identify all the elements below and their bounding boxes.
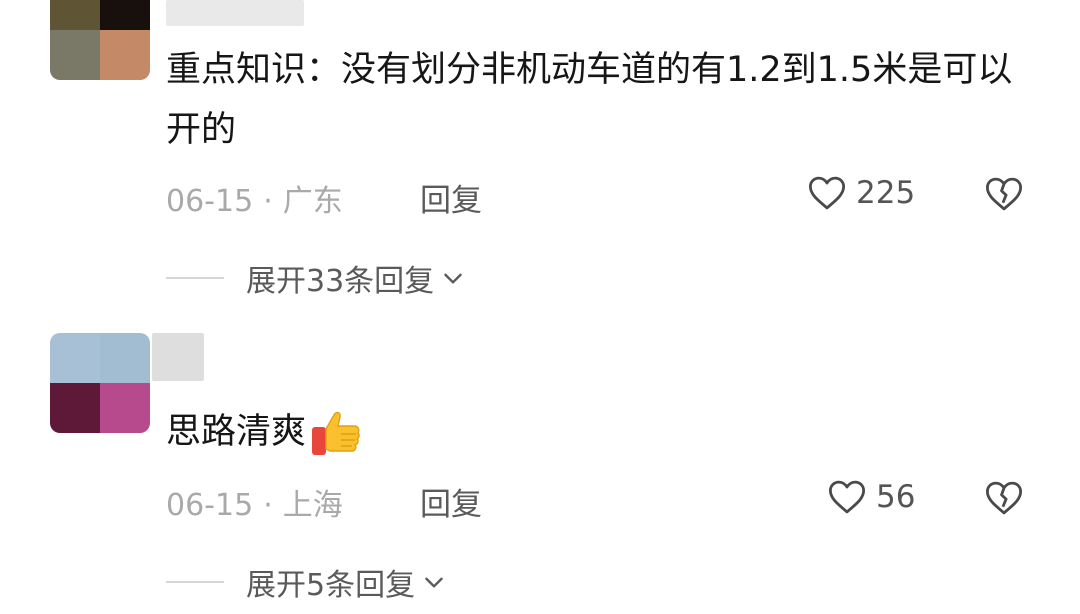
like-button[interactable]: 225 xyxy=(806,172,915,214)
reply-button[interactable]: 回复 xyxy=(420,175,482,220)
broken-heart-icon xyxy=(985,481,1023,515)
username-blurred[interactable] xyxy=(152,333,204,381)
comment-meta: 06-15 · 广东 xyxy=(166,176,343,220)
reply-button[interactable]: 回复 xyxy=(420,479,482,524)
avatar-quadrant xyxy=(50,0,100,30)
expand-replies-button[interactable]: 展开33条回复 xyxy=(166,256,466,300)
meta-separator: · xyxy=(263,488,273,523)
avatar[interactable] xyxy=(50,333,150,433)
heart-icon xyxy=(828,480,866,514)
avatar-quadrant xyxy=(100,30,150,80)
avatar-quadrant xyxy=(50,383,100,433)
expand-replies-label: 展开5条回复 xyxy=(246,568,416,603)
expand-replies-label: 展开33条回复 xyxy=(246,264,435,299)
like-count: 56 xyxy=(876,479,916,515)
comment-date: 06-15 xyxy=(166,184,254,219)
dislike-button[interactable] xyxy=(982,477,1026,523)
comment-meta: 06-15 · 上海 xyxy=(166,480,343,524)
username-blurred[interactable] xyxy=(166,0,304,26)
chevron-down-icon xyxy=(425,577,443,588)
broken-heart-icon xyxy=(985,177,1023,211)
like-button[interactable]: 56 xyxy=(826,476,915,518)
meta-separator: · xyxy=(263,184,273,219)
avatar-quadrant xyxy=(100,383,150,433)
thumbs-up-icon xyxy=(312,411,360,455)
avatar-quadrant xyxy=(50,30,100,80)
divider-line xyxy=(166,277,224,279)
chevron-down-icon xyxy=(444,273,462,284)
comment-text: 重点知识：没有划分非机动车道的有1.2到1.5米是可以开的 xyxy=(166,50,1013,150)
avatar-quadrant xyxy=(100,333,150,383)
comment-date: 06-15 xyxy=(166,488,254,523)
heart-icon xyxy=(808,176,846,210)
like-count: 225 xyxy=(856,175,916,211)
expand-replies-button[interactable]: 展开5条回复 xyxy=(166,560,447,604)
comment-text: 思路清爽 xyxy=(166,402,1046,462)
dislike-button[interactable] xyxy=(982,173,1026,219)
avatar-quadrant xyxy=(100,0,150,30)
comment-location: 上海 xyxy=(282,488,343,523)
comment-location: 广东 xyxy=(282,184,343,219)
avatar[interactable] xyxy=(50,0,150,80)
divider-line xyxy=(166,581,224,583)
avatar-quadrant xyxy=(50,333,100,383)
